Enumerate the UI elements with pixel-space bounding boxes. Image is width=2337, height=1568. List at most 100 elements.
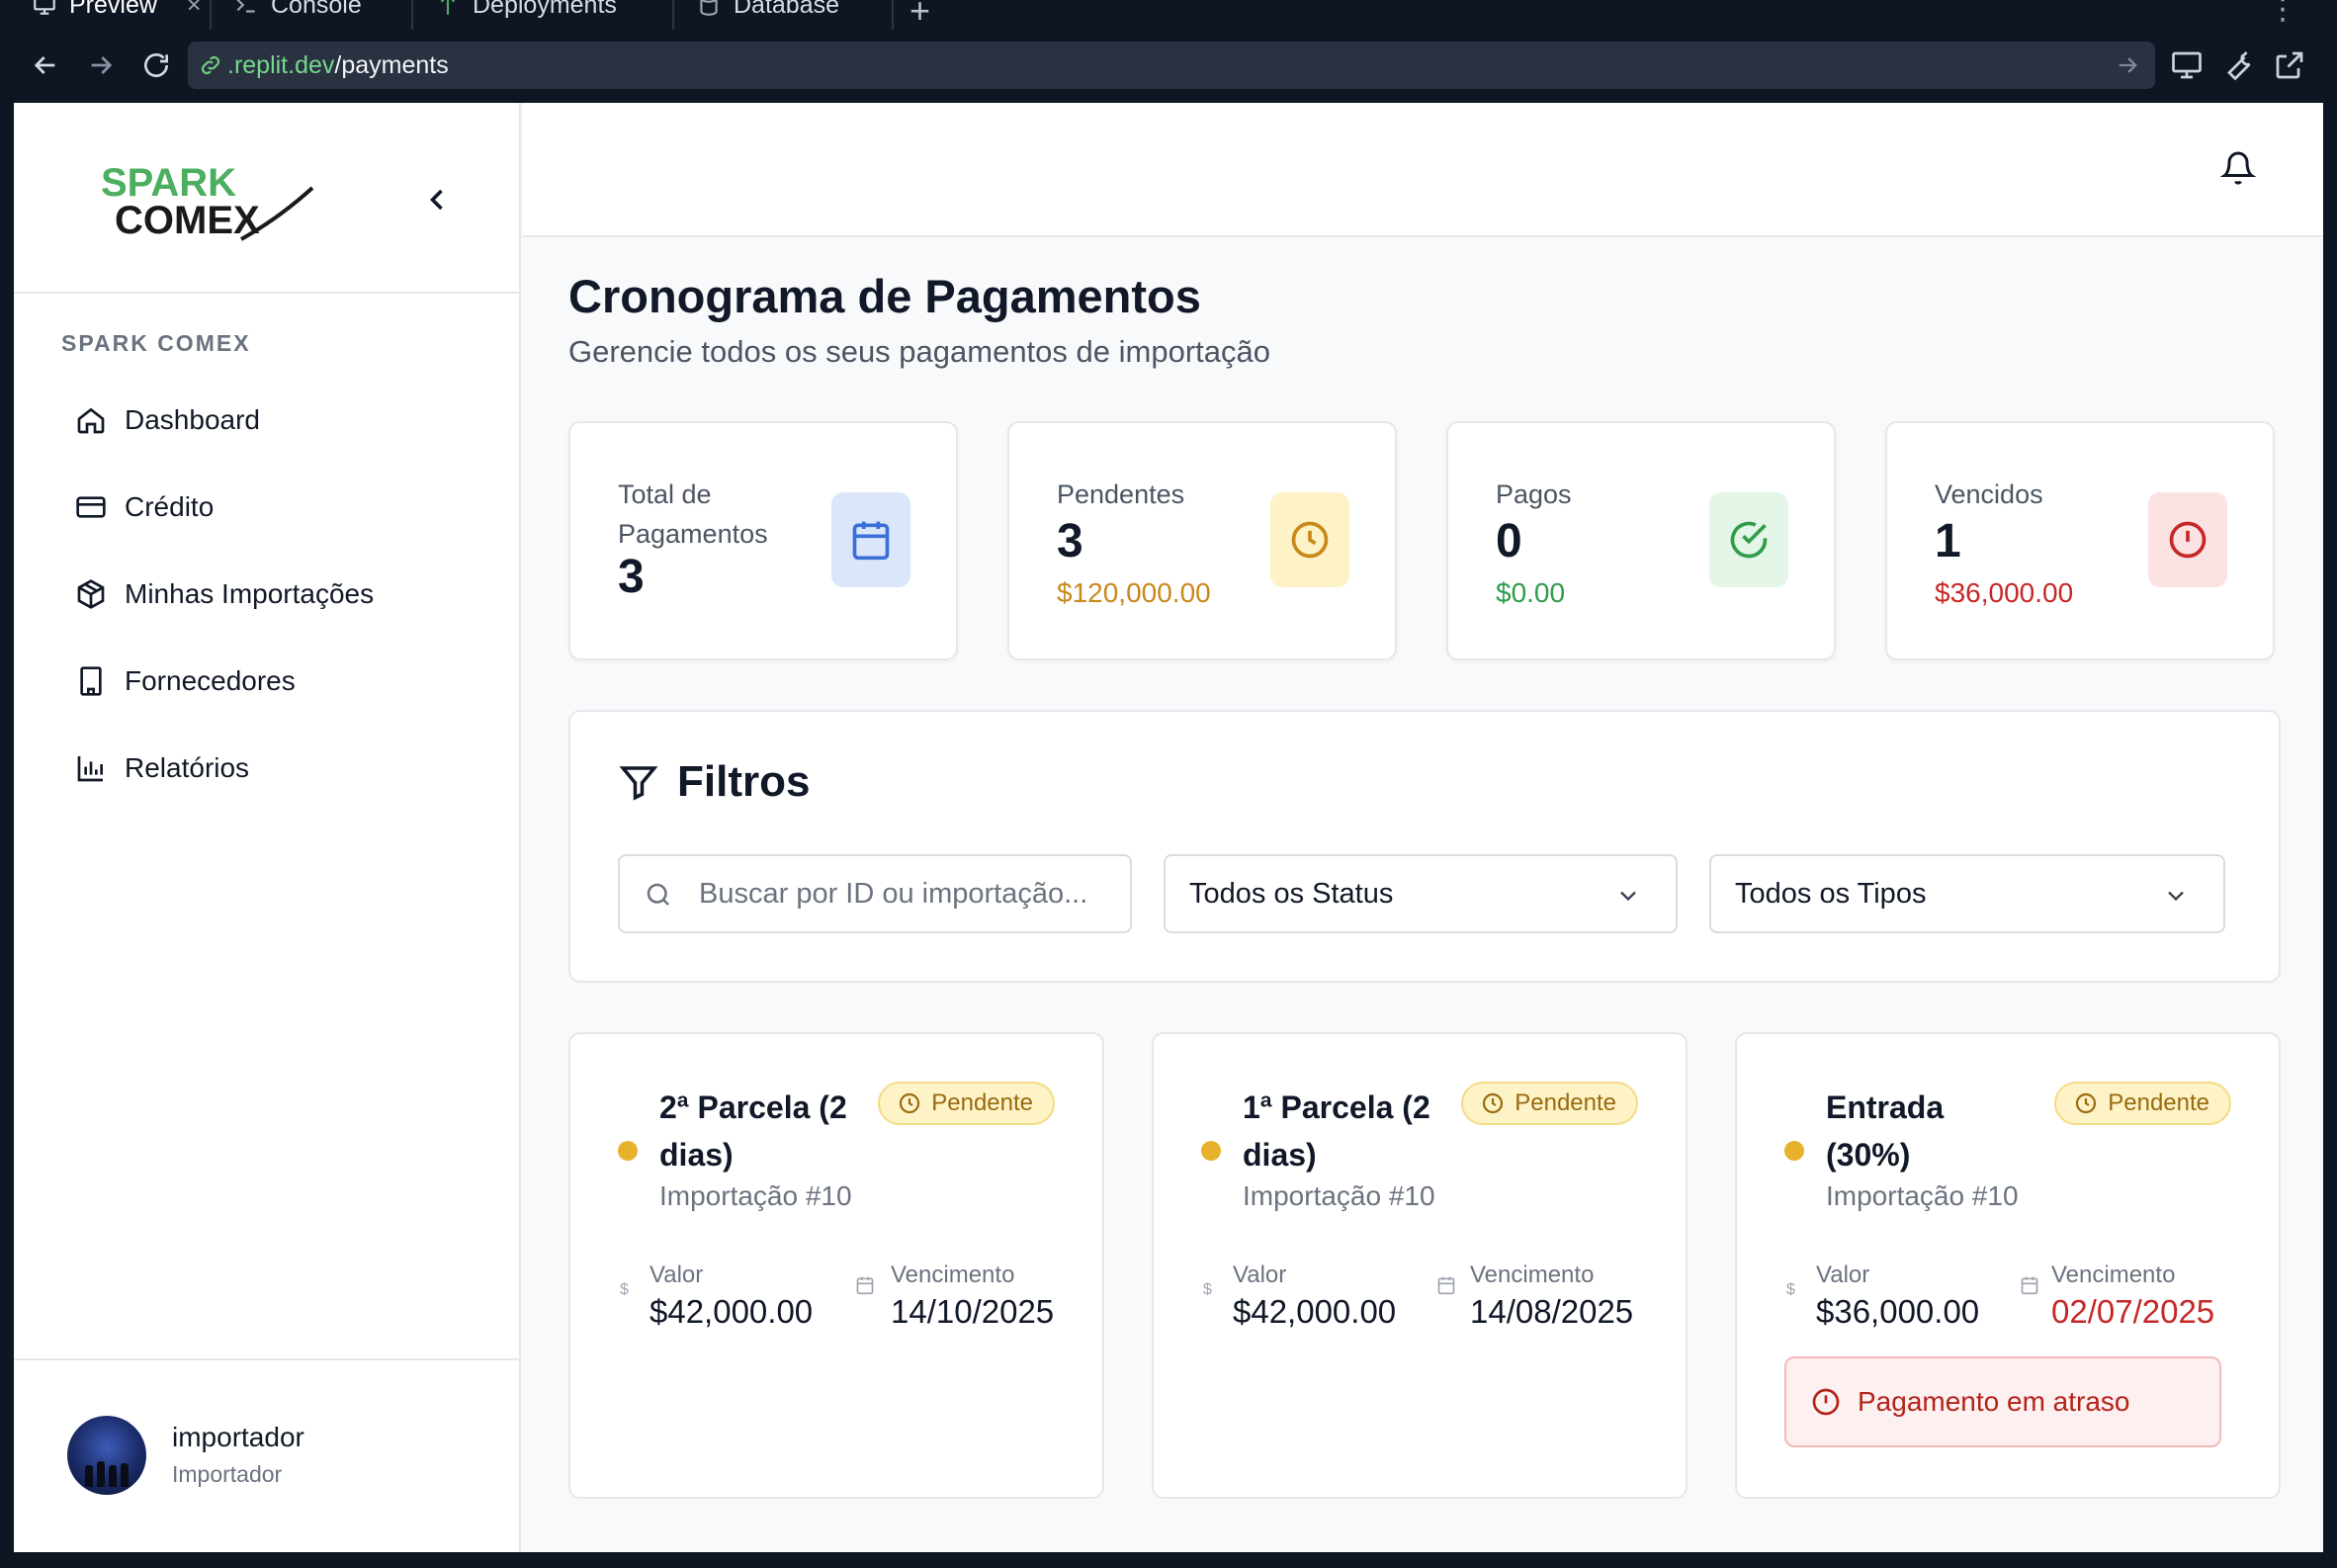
stat-card-vencidos: Vencidos 1 $36,000.00 — [1885, 421, 2275, 660]
payment-card[interactable]: Entrada (30%) Importação #10 Pendente $ … — [1735, 1032, 2281, 1499]
go-arrow-icon[interactable] — [2114, 51, 2141, 79]
sidebar-item-label: Minhas Importações — [125, 578, 375, 609]
terminal-icon — [236, 0, 255, 13]
status-dot — [1784, 1141, 1804, 1161]
sidebar-item-credito[interactable]: Crédito — [75, 482, 214, 532]
avatar — [67, 1416, 146, 1495]
search-input[interactable]: Buscar por ID ou importação... — [618, 854, 1132, 933]
value-amount: $42,000.00 — [1233, 1293, 1397, 1330]
stat-icon-box — [831, 492, 910, 587]
top-header — [523, 103, 2323, 237]
calendar-icon — [1437, 1276, 1455, 1295]
status-select[interactable]: Todos os Status — [1164, 854, 1678, 933]
tab-database[interactable]: Database — [674, 0, 892, 20]
collapse-sidebar-button[interactable] — [419, 182, 455, 218]
stat-label: Pagos — [1496, 479, 1572, 509]
filters-panel: Filtros Buscar por ID ou importação... T… — [568, 710, 2281, 983]
filters-title: Filtros — [677, 757, 811, 806]
status-badge: Pendente — [2054, 1082, 2231, 1125]
tab-label: Deployments — [473, 0, 617, 19]
chevron-down-icon — [1620, 891, 1636, 902]
payment-import-ref: Importação #10 — [1826, 1180, 2019, 1211]
stat-card-pendentes: Pendentes 3 $120,000.00 — [1007, 421, 1397, 660]
stat-amount: $120,000.00 — [1057, 577, 1211, 608]
stat-label: Total de Pagamentos — [618, 479, 768, 549]
bell-icon[interactable] — [2220, 150, 2256, 186]
payment-import-ref: Importação #10 — [1243, 1180, 1435, 1211]
sidebar-item-label: Dashboard — [125, 404, 260, 435]
type-select-value: Todos os Tipos — [1735, 877, 1927, 910]
value-label: Valor — [649, 1262, 704, 1288]
payment-import-ref: Importação #10 — [659, 1180, 852, 1211]
tab-console[interactable]: Console — [212, 0, 409, 20]
home-icon — [77, 407, 105, 434]
address-bar: .replit.dev /payments — [0, 30, 2337, 103]
credit-card-icon — [76, 496, 106, 518]
dollar-icon: $ — [620, 1281, 629, 1298]
stat-amount: $0.00 — [1496, 577, 1566, 608]
overdue-alert-text: Pagamento em atraso — [1858, 1386, 2130, 1417]
bar-chart-icon — [77, 756, 103, 782]
main-content: Cronograma de Pagamentos Gerencie todos … — [523, 239, 2323, 1552]
sidebar-item-label: Crédito — [125, 491, 215, 522]
sidebar-item-relatorios[interactable]: Relatórios — [75, 743, 249, 793]
alert-circle-icon — [2169, 521, 2207, 559]
tab-preview[interactable]: Preview × — [10, 0, 208, 20]
package-icon — [77, 579, 105, 609]
value-amount: $42,000.00 — [649, 1293, 814, 1330]
filters-heading: Filtros — [618, 757, 810, 807]
payment-title: 1ª Parcela (2 dias) — [1243, 1089, 1430, 1173]
more-options-icon[interactable]: ⋮ — [2268, 0, 2297, 27]
browser-tab-bar: Preview × Console Deployments Database +… — [0, 0, 2337, 32]
check-circle-icon — [1730, 521, 1768, 559]
reload-button[interactable] — [134, 44, 178, 87]
back-button[interactable] — [24, 44, 67, 87]
tab-label: Preview — [69, 0, 157, 19]
status-dot — [618, 1141, 638, 1161]
stat-card-pagos: Pagos 0 $0.00 — [1446, 421, 1836, 660]
payment-card[interactable]: 2ª Parcela (2 dias) Importação #10 Pende… — [568, 1032, 1104, 1499]
calendar-icon — [852, 521, 890, 561]
forward-button[interactable] — [79, 44, 123, 87]
sidebar-item-fornecedores[interactable]: Fornecedores — [75, 656, 296, 706]
sidebar-section-label: SPARK COMEX — [61, 330, 251, 356]
status-badge: Pendente — [878, 1082, 1055, 1125]
tab-deployments[interactable]: Deployments — [413, 0, 670, 20]
clock-icon — [2076, 1092, 2097, 1114]
wrench-icon[interactable] — [2220, 47, 2256, 83]
user-profile[interactable]: importador Importador — [14, 1358, 521, 1552]
overdue-alert: Pagamento em atraso — [1784, 1356, 2221, 1447]
payment-card[interactable]: 1ª Parcela (2 dias) Importação #10 Pende… — [1152, 1032, 1688, 1499]
svg-text:COMEX: COMEX — [115, 199, 260, 242]
url-input[interactable]: .replit.dev /payments — [188, 42, 2155, 89]
due-date: 14/10/2025 — [891, 1293, 1055, 1330]
user-name: importador — [172, 1422, 304, 1452]
database-icon — [700, 0, 718, 16]
stat-icon-box — [1709, 492, 1788, 587]
status-badge-label: Pendente — [931, 1089, 1033, 1116]
sidebar-item-dashboard[interactable]: Dashboard — [75, 395, 260, 445]
close-icon[interactable]: × — [187, 0, 202, 20]
stat-label: Pendentes — [1057, 479, 1185, 509]
external-link-icon[interactable] — [2272, 47, 2307, 83]
status-select-value: Todos os Status — [1189, 877, 1394, 910]
stat-amount: $36,000.00 — [1935, 577, 2074, 608]
spark-comex-logo: SPARK COMEX — [101, 161, 314, 242]
url-path: /payments — [334, 50, 449, 79]
sidebar-item-label: Relatórios — [125, 752, 250, 783]
payment-title: Entrada (30%) — [1826, 1089, 1945, 1173]
stat-value: 0 — [1496, 515, 1522, 567]
devices-icon[interactable] — [2169, 47, 2205, 83]
url-host: .replit.dev — [227, 50, 335, 79]
link-icon — [201, 55, 220, 75]
calendar-icon — [856, 1276, 874, 1295]
clock-icon — [1291, 521, 1329, 559]
page-subtitle: Gerencie todos os seus pagamentos de imp… — [568, 334, 1270, 369]
type-select[interactable]: Todos os Tipos — [1709, 854, 2225, 933]
new-tab-button[interactable]: + — [909, 0, 930, 32]
sidebar-item-importacoes[interactable]: Minhas Importações — [75, 569, 374, 619]
sidebar: SPARK COMEX SPARK COMEX Dashboard Crédit… — [14, 103, 521, 1552]
clock-icon — [900, 1092, 920, 1114]
due-label: Vencimento — [891, 1262, 1015, 1288]
user-role: Importador — [172, 1461, 283, 1487]
